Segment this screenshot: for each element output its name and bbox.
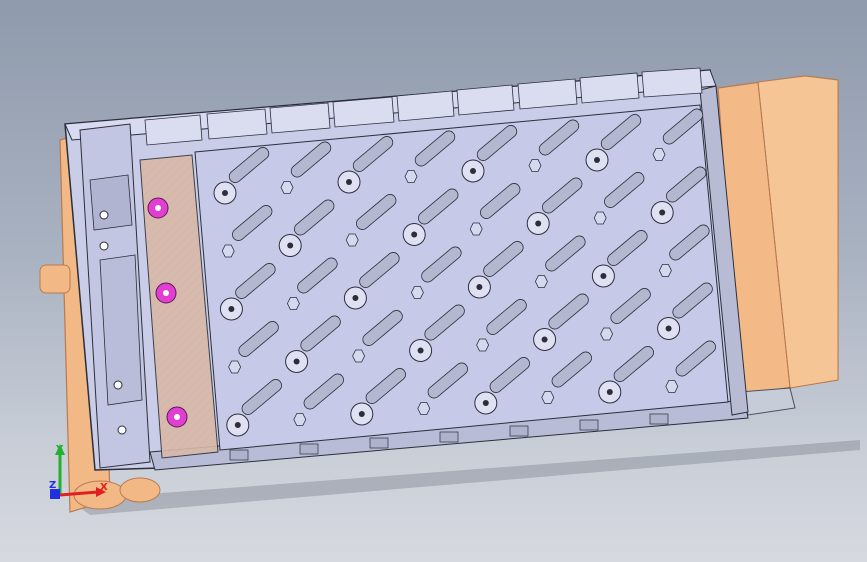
cell-terminal-hole — [470, 168, 476, 174]
hex-nut — [528, 159, 542, 172]
cell-terminal-hole — [417, 347, 424, 354]
hex-nut — [600, 327, 614, 341]
hex-nut — [476, 338, 490, 352]
cell-terminal-hole — [659, 209, 666, 216]
terminal-negative[interactable] — [166, 406, 188, 428]
battery-module-model[interactable]: Y X Z — [0, 0, 867, 562]
cell-terminal-hole — [476, 284, 483, 290]
cell-terminal-hole — [346, 179, 352, 185]
hex-nut — [410, 286, 424, 299]
cell-terminal-hole — [358, 411, 365, 417]
cell-terminal-hole — [352, 295, 359, 301]
cell-terminal-hole — [482, 400, 489, 406]
cell-terminal-hole — [535, 220, 542, 227]
hex-nut — [658, 264, 672, 277]
y-axis-label: Y — [55, 444, 64, 455]
hex-nut — [404, 170, 418, 183]
cell-terminal-hole — [541, 336, 548, 343]
hex-nut — [541, 391, 555, 404]
hex-nut — [534, 275, 548, 288]
cell-terminal-hole — [228, 306, 235, 312]
hex-nut — [417, 402, 431, 415]
cell-terminal-hole — [411, 231, 418, 238]
cell-terminal-hole — [606, 389, 613, 395]
hex-nut — [228, 360, 242, 374]
hex-nut — [286, 297, 300, 310]
terminal-positive[interactable] — [147, 197, 169, 219]
hex-nut — [280, 181, 294, 194]
cell-terminal-hole — [665, 325, 672, 332]
hex-nut — [593, 211, 607, 225]
cell-terminal-hole — [234, 422, 241, 428]
hex-nut — [352, 349, 366, 363]
hex-nut — [665, 380, 679, 393]
hex-nut — [293, 413, 307, 426]
cad-3d-viewport[interactable]: Y X Z — [0, 0, 867, 562]
cell-terminal-hole — [222, 190, 228, 196]
cell-terminal-hole — [293, 358, 300, 365]
x-axis-label: X — [100, 482, 108, 493]
hex-nut — [345, 233, 359, 247]
hex-nut — [221, 244, 235, 258]
hex-nut — [652, 148, 666, 161]
z-axis-label: Z — [49, 480, 56, 491]
cell-cover-plate — [194, 104, 729, 451]
cell-terminal-hole — [287, 242, 294, 249]
hex-nut — [469, 222, 483, 236]
cell-terminal-hole — [600, 273, 607, 279]
terminal-middle[interactable] — [155, 282, 177, 304]
cell-terminal-hole — [594, 157, 600, 163]
